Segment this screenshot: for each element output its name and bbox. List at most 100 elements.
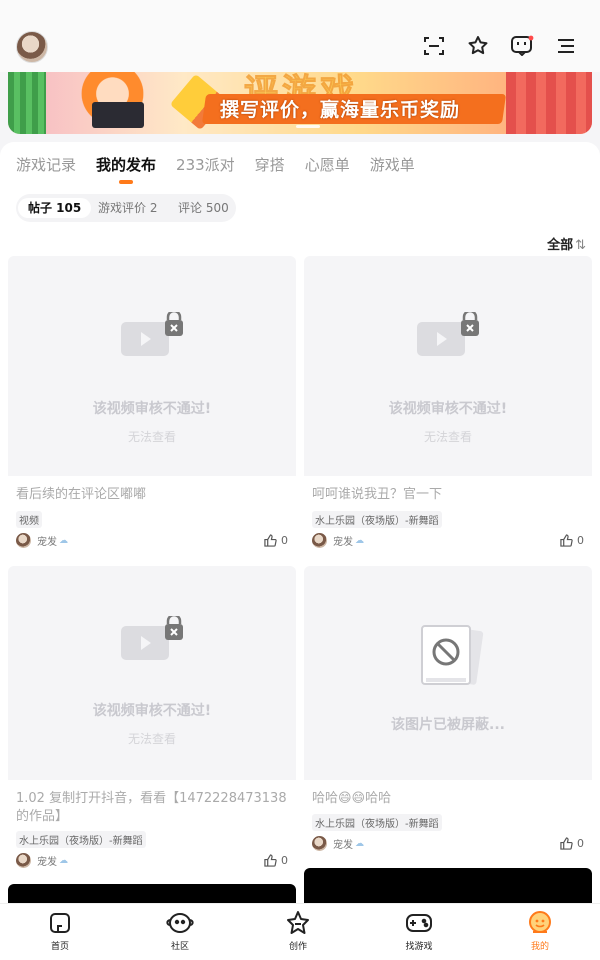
sort-icon: ⇅ <box>575 238 586 253</box>
post-title: 呵呵谁说我丑？官一下 <box>312 487 443 502</box>
cloud-badge-icon: ☁ <box>59 855 68 866</box>
post-thumbnail: 该视频审核不通过! 无法查看 <box>304 256 592 476</box>
author-name: 宠发 <box>37 537 57 548</box>
nav-home[interactable]: 首页 <box>20 910 100 952</box>
blocked-submessage: 无法查看 <box>127 732 176 746</box>
avatar[interactable] <box>16 31 48 63</box>
like-button[interactable]: 0 <box>560 534 584 547</box>
avatar <box>16 853 31 868</box>
blocked-message: 该视频审核不通过! <box>388 401 508 417</box>
nav-profile[interactable]: 我的 <box>500 910 580 952</box>
post-tag[interactable]: 水上乐园（夜场版）-新舞蹈 <box>312 511 442 528</box>
tab-game-records[interactable]: 游戏记录 <box>16 154 76 175</box>
post-tag[interactable]: 视频 <box>16 511 42 528</box>
author-name: 宠发 <box>333 537 353 548</box>
message-icon[interactable] <box>510 34 534 58</box>
post-card[interactable] <box>304 868 592 904</box>
cloud-badge-icon: ☁ <box>355 535 364 546</box>
avatar <box>312 836 327 851</box>
post-tag[interactable]: 水上乐园（夜场版）-新舞蹈 <box>312 814 442 831</box>
author-name: 宠发 <box>37 857 57 868</box>
cloud-badge-icon: ☁ <box>355 838 364 849</box>
avatar <box>16 533 31 548</box>
tab-wishlist[interactable]: 心愿单 <box>305 154 350 175</box>
banner-text: 撰写评价，赢海量乐币奖励 <box>220 99 461 121</box>
like-count: 0 <box>281 854 288 867</box>
promo-banner[interactable]: 评游戏 撰写评价，赢海量乐币奖励 <box>8 72 592 134</box>
post-title: 1.02 复制打开抖音，看看【1472228473138的作品】 <box>16 791 287 824</box>
post-author[interactable]: 宠发 ☁ <box>16 533 68 548</box>
active-tab-indicator <box>119 180 134 184</box>
thumbs-up-icon <box>560 534 573 547</box>
nav-create[interactable]: 创作 <box>258 910 338 952</box>
post-type-segmented-control: 帖子 105 游戏评价 2 评论 500 <box>16 194 236 222</box>
bottom-navigation: 首页 社区 创作 找游戏 我的 <box>0 903 600 960</box>
author-name: 宠发 <box>333 840 353 851</box>
subtab-posts[interactable]: 帖子 105 <box>18 198 92 218</box>
star-badge-icon[interactable] <box>466 34 490 58</box>
like-count: 0 <box>577 837 584 850</box>
banner-decoration <box>506 72 592 134</box>
subtab-comments[interactable]: 评论 500 <box>168 198 239 218</box>
scan-icon[interactable] <box>422 34 446 58</box>
like-count: 0 <box>577 534 584 547</box>
blocked-submessage: 无法查看 <box>423 430 472 444</box>
tab-outfits[interactable]: 穿搭 <box>255 154 285 175</box>
post-author[interactable]: 宠发 ☁ <box>312 836 364 851</box>
blocked-video-icon <box>417 312 479 356</box>
avatar <box>312 533 327 548</box>
nav-find-games[interactable]: 找游戏 <box>379 910 459 952</box>
post-card[interactable] <box>8 884 296 904</box>
thumbs-up-icon <box>264 534 277 547</box>
tab-233-party[interactable]: 233派对 <box>176 154 235 175</box>
post-card[interactable]: 该视频审核不通过! 无法查看 1.02 复制打开抖音，看看【1472228473… <box>8 566 296 876</box>
blocked-image-icon <box>421 625 484 685</box>
blocked-video-icon <box>121 312 183 356</box>
blocked-message: 该视频审核不通过! <box>92 401 212 417</box>
like-button[interactable]: 0 <box>560 837 584 850</box>
blocked-submessage: 无法查看 <box>127 430 176 444</box>
gamepad-icon <box>379 910 459 936</box>
filter-dropdown[interactable]: 全部 ⇅ <box>547 234 586 253</box>
post-thumbnail: 该视频审核不通过! 无法查看 <box>8 256 296 476</box>
cloud-badge-icon: ☁ <box>59 535 68 546</box>
laptop-illustration <box>92 102 144 128</box>
menu-icon[interactable] <box>554 34 578 58</box>
blocked-video-icon <box>121 616 183 660</box>
post-thumbnail: 该视频审核不通过! 无法查看 <box>8 566 296 780</box>
tab-label: 我的发布 <box>96 156 157 174</box>
nav-label: 创作 <box>288 942 307 952</box>
post-card[interactable]: 该图片已被屏蔽... 哈哈😄😄哈哈 水上乐园（夜场版）-新舞蹈 宠发 ☁ 0 <box>304 566 592 858</box>
profile-icon <box>500 910 580 936</box>
blocked-message: 该视频审核不通过! <box>92 703 212 719</box>
post-card[interactable]: 该视频审核不通过! 无法查看 呵呵谁说我丑？官一下 水上乐园（夜场版）-新舞蹈 … <box>304 256 592 556</box>
like-button[interactable]: 0 <box>264 534 288 547</box>
post-card[interactable]: 该视频审核不通过! 无法查看 看后续的在评论区嘟嘟 视频 宠发 ☁ 0 <box>8 256 296 556</box>
post-author[interactable]: 宠发 ☁ <box>312 533 364 548</box>
post-title: 哈哈😄😄哈哈 <box>312 791 392 806</box>
community-icon <box>140 910 220 936</box>
like-button[interactable]: 0 <box>264 854 288 867</box>
top-bar <box>0 0 600 72</box>
home-icon <box>20 910 100 936</box>
banner-decoration <box>8 72 46 134</box>
nav-label: 找游戏 <box>405 942 433 952</box>
post-title: 看后续的在评论区嘟嘟 <box>16 487 147 502</box>
post-thumbnail: 该图片已被屏蔽... <box>304 566 592 780</box>
subtab-game-reviews[interactable]: 游戏评价 2 <box>88 198 167 218</box>
post-tag[interactable]: 水上乐园（夜场版）-新舞蹈 <box>16 831 146 848</box>
tab-game-lists[interactable]: 游戏单 <box>370 154 415 175</box>
like-count: 0 <box>281 534 288 547</box>
post-author[interactable]: 宠发 ☁ <box>16 853 68 868</box>
tab-my-posts[interactable]: 我的发布 <box>96 154 157 184</box>
nav-label: 首页 <box>50 942 69 952</box>
profile-tabs: 游戏记录 我的发布 233派对 穿搭 心愿单 游戏单 <box>16 154 435 184</box>
filter-label: 全部 <box>547 238 574 253</box>
thumbs-up-icon <box>264 854 277 867</box>
nav-label: 我的 <box>530 942 549 952</box>
banner-pager-indicator <box>296 125 320 128</box>
blocked-message: 该图片已被屏蔽... <box>391 717 505 733</box>
nav-community[interactable]: 社区 <box>140 910 220 952</box>
create-icon <box>258 910 338 936</box>
thumbs-up-icon <box>560 837 573 850</box>
